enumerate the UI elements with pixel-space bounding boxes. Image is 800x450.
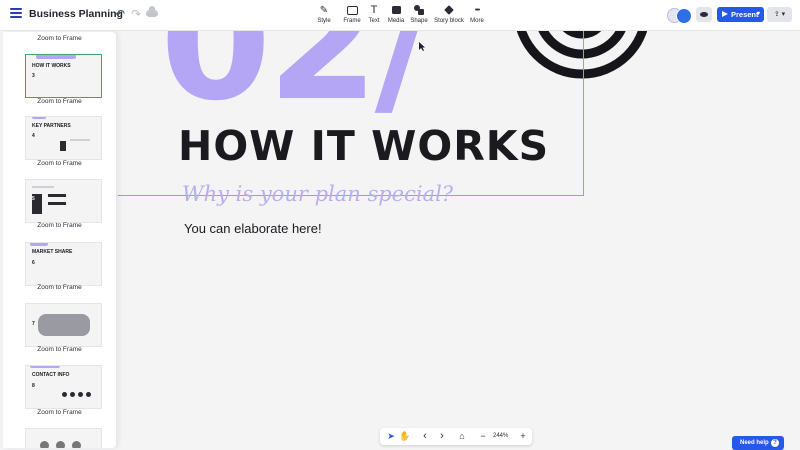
slide-heading[interactable]: HOW IT WORKS bbox=[178, 122, 549, 170]
need-help-label: Need help bbox=[740, 440, 769, 446]
frame-thumbnail-4[interactable]: KEY PARTNERS 4 bbox=[25, 116, 102, 160]
frames-sidebar: Zoom to Frame HOW IT WORKS 3 Zoom to Fra… bbox=[3, 32, 116, 448]
play-icon bbox=[722, 11, 728, 17]
slide-canvas[interactable]: 02/ HOW IT WORKS Why is your plan specia… bbox=[0, 30, 800, 450]
present-button-label: Present bbox=[731, 10, 759, 19]
navigation-toolbar: ➤ ✋ ‹ › ⌂ − 244% + bbox=[380, 428, 532, 445]
thumbnail-title: MARKET SHARE bbox=[32, 249, 73, 255]
need-help-button[interactable]: Need help ? bbox=[732, 436, 784, 450]
zoom-to-frame-link[interactable]: Zoom to Frame bbox=[3, 35, 116, 42]
help-question-icon: ? bbox=[771, 439, 779, 447]
zoom-to-frame-link[interactable]: Zoom to Frame bbox=[3, 409, 116, 416]
frame-thumbnail-3[interactable]: HOW IT WORKS 3 bbox=[25, 54, 102, 98]
cloud-sync-icon bbox=[146, 6, 158, 17]
thumbnail-number: 8 bbox=[32, 383, 35, 389]
top-toolbar: Business Planning ↶ ↷ ✎ Style Frame T Te… bbox=[0, 0, 800, 31]
zoom-in-icon[interactable]: + bbox=[516, 428, 530, 445]
thumbnail-number: 5 bbox=[32, 196, 35, 202]
more-icon: ••• bbox=[474, 6, 480, 14]
share-export-button[interactable]: ⇪ ▾ bbox=[767, 7, 792, 22]
present-button[interactable]: Present ▾ bbox=[717, 7, 764, 22]
hand-tool-icon[interactable]: ✋ bbox=[398, 428, 412, 445]
thumbnail-title: CONTACT INFO bbox=[32, 372, 70, 378]
zoom-level[interactable]: 244% bbox=[493, 428, 508, 445]
slide-body-text[interactable]: You can elaborate here! bbox=[184, 221, 322, 236]
zoom-to-frame-link[interactable]: Zoom to Frame bbox=[3, 346, 116, 353]
zoom-to-frame-link[interactable]: Zoom to Frame bbox=[3, 98, 116, 105]
frame-thumbnail-9[interactable] bbox=[25, 428, 102, 448]
next-frame-icon[interactable]: › bbox=[435, 428, 449, 445]
frame-thumbnail-6[interactable]: MARKET SHARE 6 bbox=[25, 242, 102, 286]
thumbnail-title: HOW IT WORKS bbox=[32, 63, 71, 69]
user-avatar[interactable] bbox=[676, 8, 692, 24]
tool-more[interactable]: ••• More bbox=[457, 4, 497, 25]
frame-selection-outline bbox=[118, 30, 584, 196]
slide-subtitle[interactable]: Why is your plan special? bbox=[182, 182, 453, 206]
frame-thumbnail-7[interactable]: 7 bbox=[25, 303, 102, 347]
thumbnail-number: 3 bbox=[32, 73, 35, 79]
previous-frame-icon[interactable]: ‹ bbox=[418, 428, 432, 445]
undo-icon[interactable]: ↶ bbox=[115, 7, 125, 21]
thumbnail-number: 6 bbox=[32, 260, 35, 266]
thumbnail-number: 4 bbox=[32, 133, 35, 139]
zoom-to-frame-link[interactable]: Zoom to Frame bbox=[3, 222, 116, 229]
preview-eye-icon[interactable] bbox=[696, 7, 712, 22]
thumbnail-title: KEY PARTNERS bbox=[32, 123, 71, 129]
zoom-to-frame-link[interactable]: Zoom to Frame bbox=[3, 284, 116, 291]
frame-thumbnail-5[interactable]: 5 bbox=[25, 179, 102, 223]
frame-thumbnail-8[interactable]: CONTACT INFO 8 bbox=[25, 365, 102, 409]
layers-icon bbox=[444, 5, 454, 15]
pointer-tool-icon[interactable]: ➤ bbox=[384, 428, 398, 445]
mouse-cursor-icon bbox=[419, 42, 425, 51]
zoom-out-icon[interactable]: − bbox=[476, 428, 490, 445]
hamburger-menu-icon[interactable] bbox=[10, 8, 22, 20]
thumbnail-number: 7 bbox=[32, 321, 35, 327]
redo-icon[interactable]: ↷ bbox=[131, 7, 141, 21]
tool-more-label: More bbox=[470, 18, 484, 24]
zoom-to-frame-link[interactable]: Zoom to Frame bbox=[3, 160, 116, 167]
home-icon[interactable]: ⌂ bbox=[455, 428, 469, 445]
document-title[interactable]: Business Planning bbox=[29, 8, 123, 20]
shape-icon bbox=[414, 5, 424, 15]
chevron-down-icon[interactable]: ▾ bbox=[757, 7, 760, 22]
